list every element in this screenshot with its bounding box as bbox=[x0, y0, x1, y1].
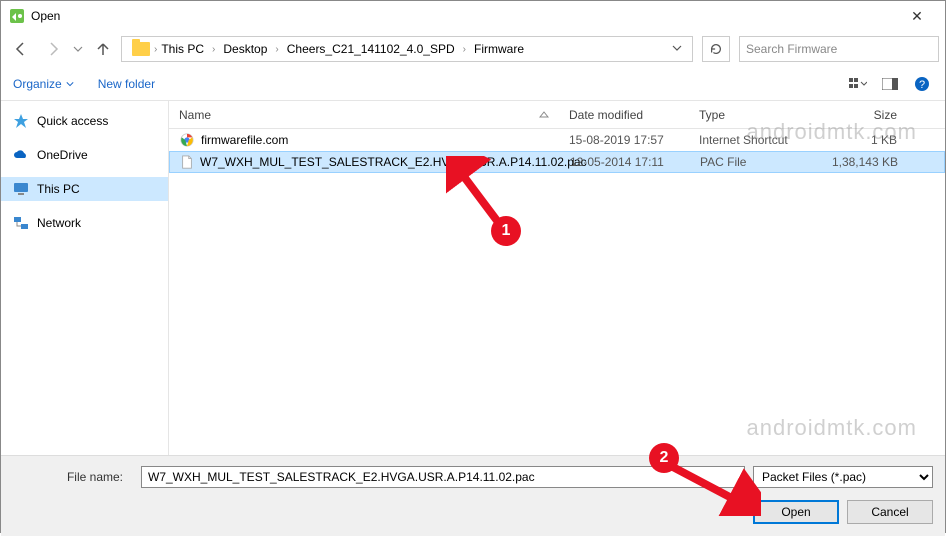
network-icon bbox=[13, 215, 29, 231]
breadcrumb-desktop[interactable]: Desktop bbox=[217, 38, 273, 60]
search-input[interactable]: Search Firmware bbox=[739, 36, 939, 62]
annotation-callout-2: 2 bbox=[649, 443, 679, 473]
address-bar[interactable]: › This PC › Desktop › Cheers_C21_141102_… bbox=[121, 36, 693, 62]
toolbar: Organize New folder ? bbox=[1, 67, 945, 101]
navbar: › This PC › Desktop › Cheers_C21_141102_… bbox=[1, 31, 945, 67]
organize-label: Organize bbox=[13, 77, 62, 91]
nav-label: Network bbox=[37, 216, 81, 230]
file-date: 12-05-2014 17:11 bbox=[570, 155, 700, 169]
preview-pane-button[interactable] bbox=[879, 73, 901, 95]
chevron-right-icon: › bbox=[275, 44, 278, 55]
organize-button[interactable]: Organize bbox=[13, 77, 74, 91]
column-date[interactable]: Date modified bbox=[569, 108, 699, 122]
file-type: PAC File bbox=[700, 155, 820, 169]
chevron-right-icon: › bbox=[154, 44, 157, 55]
help-button[interactable]: ? bbox=[911, 73, 933, 95]
titlebar: Open ✕ bbox=[1, 1, 945, 31]
breadcrumb-root[interactable]: › This PC bbox=[126, 38, 210, 60]
forward-button[interactable] bbox=[39, 35, 67, 63]
annotation-callout-1: 1 bbox=[491, 216, 521, 246]
breadcrumb-label: This PC bbox=[161, 42, 204, 56]
nav-label: Quick access bbox=[37, 114, 108, 128]
nav-pane: Quick access OneDrive This PC Network bbox=[1, 101, 169, 455]
nav-quick-access[interactable]: Quick access bbox=[1, 109, 168, 133]
filename-label: File name: bbox=[13, 470, 133, 484]
filetype-select[interactable]: Packet Files (*.pac) bbox=[753, 466, 933, 488]
open-button[interactable]: Open bbox=[753, 500, 839, 524]
footer: File name: Packet Files (*.pac) Open Can… bbox=[1, 455, 945, 536]
nav-label: This PC bbox=[37, 182, 80, 196]
address-dropdown[interactable] bbox=[666, 42, 688, 56]
file-size: 1,38,143 KB bbox=[820, 155, 910, 169]
close-button[interactable]: ✕ bbox=[897, 8, 937, 25]
file-name: W7_WXH_MUL_TEST_SALESTRACK_E2.HVGA.USR.A… bbox=[200, 155, 587, 169]
nav-onedrive[interactable]: OneDrive bbox=[1, 143, 168, 167]
chevron-right-icon: › bbox=[212, 44, 215, 55]
breadcrumb-folder1[interactable]: Cheers_C21_141102_4.0_SPD bbox=[281, 38, 461, 60]
monitor-icon bbox=[13, 181, 29, 197]
chrome-icon bbox=[179, 132, 195, 148]
star-icon bbox=[13, 113, 29, 129]
nav-network[interactable]: Network bbox=[1, 211, 168, 235]
file-list: Name Date modified Type Size firmwarefil… bbox=[169, 101, 945, 455]
search-placeholder: Search Firmware bbox=[746, 42, 837, 56]
nav-this-pc[interactable]: This PC bbox=[1, 177, 168, 201]
cloud-icon bbox=[13, 147, 29, 163]
chevron-down-icon bbox=[66, 80, 74, 88]
main: Quick access OneDrive This PC Network Na… bbox=[1, 101, 945, 455]
nav-label: OneDrive bbox=[37, 148, 88, 162]
chevron-right-icon: › bbox=[463, 44, 466, 55]
view-options-button[interactable] bbox=[847, 73, 869, 95]
sort-asc-icon bbox=[539, 110, 549, 120]
recent-dropdown[interactable] bbox=[71, 35, 85, 63]
app-icon bbox=[9, 8, 25, 24]
watermark: androidmtk.com bbox=[746, 415, 917, 441]
refresh-button[interactable] bbox=[702, 36, 730, 62]
breadcrumb-folder2[interactable]: Firmware bbox=[468, 38, 530, 60]
column-name[interactable]: Name bbox=[169, 108, 569, 122]
back-button[interactable] bbox=[7, 35, 35, 63]
file-name: firmwarefile.com bbox=[201, 133, 288, 147]
svg-text:?: ? bbox=[919, 79, 925, 91]
cancel-button[interactable]: Cancel bbox=[847, 500, 933, 524]
folder-icon bbox=[132, 42, 150, 56]
new-folder-button[interactable]: New folder bbox=[98, 77, 155, 91]
up-button[interactable] bbox=[89, 35, 117, 63]
file-row-selected[interactable]: W7_WXH_MUL_TEST_SALESTRACK_E2.HVGA.USR.A… bbox=[169, 151, 945, 173]
file-date: 15-08-2019 17:57 bbox=[569, 133, 699, 147]
window-title: Open bbox=[31, 9, 897, 23]
watermark: androidmtk.com bbox=[746, 119, 917, 145]
file-icon bbox=[180, 154, 194, 170]
